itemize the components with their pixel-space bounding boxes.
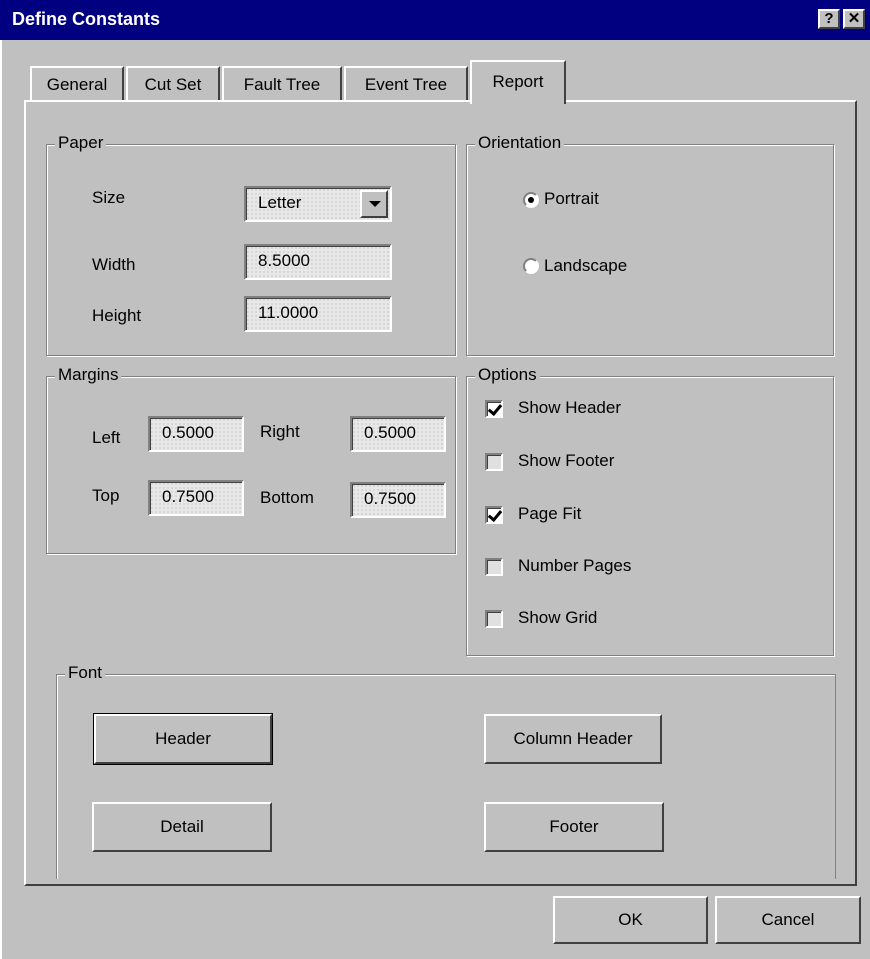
bottom-margin-field[interactable]: 0.7500 (350, 482, 446, 518)
font-column-header-button[interactable]: Column Header (484, 714, 662, 764)
close-button[interactable]: ✕ (843, 9, 865, 29)
tab-cut-set[interactable]: Cut Set (126, 66, 220, 100)
show-footer-checkbox[interactable] (485, 453, 503, 471)
paper-height-field[interactable]: 11.0000 (244, 296, 392, 332)
font-footer-button[interactable]: Footer (484, 802, 664, 852)
font-detail-button[interactable]: Detail (92, 802, 272, 852)
paper-width-field[interactable]: 8.5000 (244, 244, 392, 280)
tab-general[interactable]: General (30, 66, 124, 100)
page-fit-checkbox[interactable] (485, 506, 503, 524)
paper-size-value: Letter (258, 193, 302, 212)
portrait-radio[interactable] (523, 192, 539, 208)
help-button[interactable]: ? (818, 9, 840, 29)
number-pages-checkbox[interactable] (485, 558, 503, 576)
top-margin-field[interactable]: 0.7500 (148, 480, 244, 516)
show-grid-checkbox[interactable] (485, 610, 503, 628)
font-header-button[interactable]: Header (93, 713, 273, 765)
ok-button[interactable]: OK (553, 896, 708, 944)
chevron-down-icon[interactable] (360, 190, 388, 218)
tab-report[interactable]: Report (470, 60, 566, 104)
landscape-radio[interactable] (523, 258, 539, 274)
show-header-checkbox[interactable] (485, 400, 503, 418)
title-bar: Define Constants ? ✕ (0, 0, 870, 40)
cancel-button[interactable]: Cancel (715, 896, 861, 944)
left-margin-field[interactable]: 0.5000 (148, 416, 244, 452)
window-title: Define Constants (12, 9, 161, 29)
tab-fault-tree[interactable]: Fault Tree (222, 66, 342, 100)
right-margin-field[interactable]: 0.5000 (350, 416, 446, 452)
tab-event-tree[interactable]: Event Tree (344, 66, 468, 100)
paper-size-dropdown[interactable]: Letter (244, 186, 392, 222)
dialog-edge (0, 40, 2, 959)
